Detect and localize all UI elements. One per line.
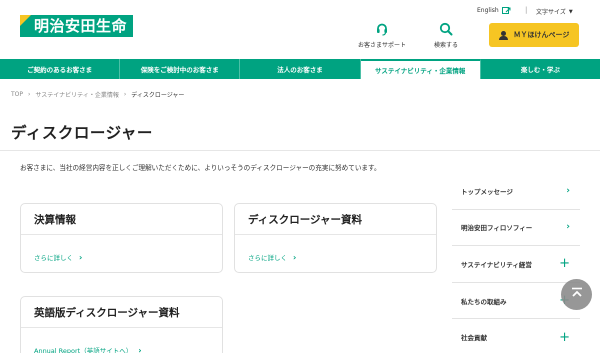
card-title: 決算情報 bbox=[34, 214, 76, 226]
side-item-philosophy[interactable]: 明治安田フィロソフィー › bbox=[452, 210, 580, 247]
side-item-social-contribution[interactable]: 社会貢献 + bbox=[452, 319, 580, 353]
util-divider: | bbox=[525, 6, 528, 14]
chevron-right-icon: › bbox=[79, 252, 83, 262]
intro-text: お客さまに、当社の経営内容を正しくご理解いただくために、よりいっそうのディスクロ… bbox=[20, 164, 381, 172]
mypage-label: ＭＹほけんページ bbox=[513, 31, 570, 39]
logo-mark-icon bbox=[20, 15, 31, 26]
breadcrumb-separator-icon: › bbox=[123, 91, 127, 98]
breadcrumb-current: ディスクロージャー bbox=[131, 92, 185, 99]
support-button[interactable]: お客さまサポート bbox=[352, 22, 412, 49]
external-link-icon bbox=[501, 7, 511, 14]
search-button[interactable]: 検索する bbox=[416, 22, 476, 49]
arrow-to-top-icon bbox=[570, 285, 584, 304]
card-more-link[interactable]: さらに詳しく › bbox=[248, 252, 297, 263]
back-to-top-button[interactable] bbox=[561, 279, 592, 310]
side-item-top-message[interactable]: トップメッセージ › bbox=[452, 173, 580, 210]
headset-icon bbox=[352, 22, 412, 38]
chevron-right-icon: › bbox=[566, 185, 570, 196]
nav-item-corporate-customers[interactable]: 法人のお客さま bbox=[240, 59, 361, 79]
card-more-link[interactable]: Annual Report（英語サイトへ） › bbox=[34, 345, 142, 353]
support-label: お客さまサポート bbox=[357, 42, 406, 49]
breadcrumb: TOP › サステイナビリティ・企業情報 › ディスクロージャー bbox=[11, 90, 184, 99]
card-english-disclosure[interactable]: 英語版ディスクロージャー資料 Annual Report（英語サイトへ） › bbox=[20, 296, 223, 353]
breadcrumb-sustainability[interactable]: サステイナビリティ・企業情報 bbox=[35, 90, 118, 99]
nav-item-enjoy-learn[interactable]: 楽しむ・学ぶ bbox=[481, 59, 600, 79]
magnifier-icon bbox=[416, 22, 476, 38]
side-item-label: サステイナビリティ経営 bbox=[461, 260, 532, 269]
card-title: ディスクロージャー資料 bbox=[248, 214, 363, 226]
nav-item-sustainability[interactable]: サステイナビリティ・企業情報 bbox=[360, 59, 481, 79]
search-label: 検索する bbox=[433, 42, 458, 49]
card-link-label: さらに詳しく bbox=[248, 254, 287, 262]
site-header: 明治安田生命 English | 文字サイズ ▼ お客さまサポート 検索する Ｍ… bbox=[0, 0, 600, 58]
plus-icon[interactable]: + bbox=[559, 330, 570, 345]
nav-item-prospective[interactable]: 保険をご検討中のお客さま bbox=[120, 59, 241, 79]
card-disclosure-materials[interactable]: ディスクロージャー資料 さらに詳しく › bbox=[234, 203, 437, 273]
caret-down-icon: ▼ bbox=[568, 8, 573, 15]
font-size-label: 文字サイズ bbox=[536, 9, 566, 16]
title-divider bbox=[0, 150, 600, 151]
site-logo[interactable]: 明治安田生命 bbox=[20, 15, 134, 37]
card-financial-results[interactable]: 決算情報 さらに詳しく › bbox=[20, 203, 223, 273]
side-item-label: 私たちの取組み bbox=[461, 297, 507, 306]
side-item-label: 明治安田フィロソフィー bbox=[461, 224, 533, 233]
breadcrumb-separator-icon: › bbox=[28, 91, 31, 98]
logo-text: 明治安田生命 bbox=[34, 17, 128, 35]
chevron-right-icon: › bbox=[566, 222, 570, 233]
card-title: 英語版ディスクロージャー資料 bbox=[34, 307, 180, 319]
breadcrumb-top[interactable]: TOP bbox=[11, 91, 23, 98]
side-menu: トップメッセージ › 明治安田フィロソフィー › サステイナビリティ経営 + 私… bbox=[452, 173, 580, 353]
font-size-selector[interactable]: 文字サイズ ▼ bbox=[536, 7, 573, 17]
mypage-button[interactable]: ＭＹほけんページ bbox=[489, 23, 579, 47]
plus-icon[interactable]: + bbox=[559, 256, 570, 271]
person-icon bbox=[498, 30, 508, 40]
chevron-right-icon: › bbox=[293, 252, 297, 262]
side-item-our-initiatives[interactable]: 私たちの取組み + bbox=[452, 283, 580, 320]
card-link-label: Annual Report（英語サイトへ） bbox=[34, 347, 133, 353]
chevron-right-icon: › bbox=[138, 345, 142, 353]
page-title: ディスクロージャー bbox=[11, 124, 153, 142]
english-label: English bbox=[477, 7, 499, 14]
card-divider bbox=[21, 327, 222, 328]
side-item-label: トップメッセージ bbox=[461, 187, 513, 196]
global-nav: ご契約のあるお客さま 保険をご検討中のお客さま 法人のお客さま サステイナビリテ… bbox=[0, 59, 600, 79]
card-link-label: さらに詳しく bbox=[34, 254, 73, 262]
side-item-sustainability-management[interactable]: サステイナビリティ経営 + bbox=[452, 246, 580, 283]
card-divider bbox=[235, 234, 436, 235]
card-more-link[interactable]: さらに詳しく › bbox=[34, 252, 83, 263]
card-divider bbox=[21, 234, 222, 235]
side-item-label: 社会貢献 bbox=[461, 334, 487, 343]
english-link[interactable]: English bbox=[477, 7, 511, 14]
nav-item-contract-holders[interactable]: ご契約のあるお客さま bbox=[0, 59, 121, 79]
